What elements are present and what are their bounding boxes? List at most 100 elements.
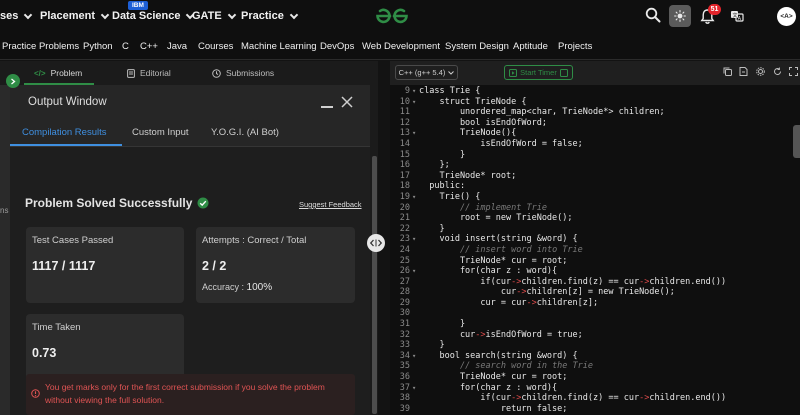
code-line[interactable]: 29 cur = cur->children[z];	[390, 298, 800, 309]
file-export-icon[interactable]	[739, 67, 748, 76]
chevron-down-icon	[24, 10, 33, 19]
fold-chevron-icon[interactable]: ▾	[412, 351, 416, 362]
category-link[interactable]: Courses	[198, 41, 233, 52]
nav-gate-menu[interactable]: GATE	[192, 10, 236, 22]
code-text: Trie() {	[419, 191, 481, 202]
category-link[interactable]: C++	[140, 41, 158, 52]
code-line[interactable]: 11 unordered_map<char, TrieNode*> childr…	[390, 107, 800, 118]
tab-problem[interactable]: </> Problem	[34, 68, 82, 78]
code-text: bool search(string &word) {	[419, 350, 578, 361]
code-line[interactable]: 22 }	[390, 224, 800, 235]
code-line[interactable]: 24 // insert word into Trie	[390, 245, 800, 256]
tab-compilation-results[interactable]: Compilation Results	[22, 127, 106, 138]
code-text: struct TrieNode {	[419, 96, 527, 107]
category-link[interactable]: Practice Problems	[2, 41, 79, 52]
clock-icon	[212, 68, 221, 78]
fold-chevron-icon[interactable]: ▾	[412, 234, 416, 245]
code-line[interactable]: 39 return false;	[390, 404, 800, 415]
language-select[interactable]: C++ (g++ 5.4)	[395, 65, 458, 80]
time-taken-value: 0.73	[32, 346, 57, 360]
fullscreen-icon[interactable]	[789, 67, 798, 76]
fold-chevron-icon[interactable]: ▾	[412, 266, 416, 277]
code-line[interactable]: 23 ▾ void insert(string &word) {	[390, 234, 800, 245]
code-line[interactable]: 32 cur->isEndOfWord = true;	[390, 330, 800, 341]
reset-icon[interactable]	[773, 67, 782, 76]
code-line[interactable]: 25 TrieNode* cur = root;	[390, 256, 800, 267]
category-link[interactable]: Machine Learning	[241, 41, 317, 52]
panel-scrollbar-thumb[interactable]	[372, 156, 377, 414]
start-timer-button[interactable]: Start Timer	[504, 65, 573, 80]
language-label: C++ (g++ 5.4)	[398, 68, 446, 77]
code-line[interactable]: 36 TrieNode* cur = root;	[390, 372, 800, 383]
code-line[interactable]: 9 ▾ class Trie {	[390, 86, 800, 97]
category-link[interactable]: Python	[83, 41, 113, 52]
code-line[interactable]: 26 ▾ for(char z : word){	[390, 266, 800, 277]
fold-chevron-icon[interactable]: ▾	[412, 383, 416, 394]
marks-warning: You get marks only for the first correct…	[26, 374, 355, 415]
theme-toggle-button[interactable]	[669, 5, 691, 27]
code-line[interactable]: 21 root = new TrieNode();	[390, 213, 800, 224]
resize-handle[interactable]	[367, 234, 385, 252]
code-text: if(cur->children.find(z) == cur->childre…	[419, 393, 727, 404]
ibm-badge: IBM	[128, 1, 148, 10]
chevron-right-icon	[11, 78, 16, 84]
close-icon[interactable]	[341, 96, 353, 108]
editor-scrollbar-thumb[interactable]	[793, 125, 800, 158]
drag-arrows-icon	[370, 239, 382, 247]
code-line[interactable]: 14 isEndOfWord = false;	[390, 139, 800, 150]
code-line[interactable]: 38 if(cur->children.find(z) == cur->chil…	[390, 393, 800, 404]
code-line[interactable]: 27 if(cur->children.find(z) == cur->chil…	[390, 277, 800, 288]
code-line[interactable]: 31 }	[390, 319, 800, 330]
nav-courses-menu[interactable]: ses	[0, 10, 33, 22]
category-link[interactable]: Projects	[558, 41, 592, 52]
user-avatar[interactable]: <A>	[777, 7, 796, 26]
tab-submissions[interactable]: Submissions	[212, 68, 274, 78]
category-link[interactable]: Aptitude	[513, 41, 548, 52]
code-line[interactable]: 19 ▾ Trie() {	[390, 192, 800, 203]
code-line[interactable]: 37 ▾ for(char z : word){	[390, 383, 800, 394]
code-area[interactable]: 9 ▾ class Trie {10 ▾ struct TrieNode {11 un…	[390, 86, 800, 414]
code-line[interactable]: 15 }	[390, 150, 800, 161]
code-line[interactable]: 34 ▾ bool search(string &word) {	[390, 351, 800, 362]
code-text: TrieNode(){	[419, 128, 517, 139]
code-line[interactable]: 30	[390, 308, 800, 319]
nav-data-science-menu[interactable]: Data Science	[112, 10, 195, 22]
line-number: 17	[399, 170, 410, 181]
code-line[interactable]: 18 public:	[390, 181, 800, 192]
code-line[interactable]: 10 ▾ struct TrieNode {	[390, 97, 800, 108]
code-line[interactable]: 28 cur->children[z] = new TrieNode();	[390, 287, 800, 298]
gfg-logo[interactable]	[373, 6, 411, 26]
line-number: 10	[399, 96, 410, 107]
tab-label: Submissions	[226, 68, 275, 78]
code-line[interactable]: 33 }	[390, 340, 800, 351]
category-link[interactable]: DevOps	[320, 41, 354, 52]
fold-chevron-icon[interactable]: ▾	[412, 192, 416, 203]
tab-custom-input[interactable]: Custom Input	[132, 127, 189, 138]
category-link[interactable]: Java	[167, 41, 187, 52]
search-icon[interactable]	[645, 7, 661, 23]
category-link[interactable]: Web Development	[362, 41, 440, 52]
nav-practice-menu[interactable]: Practice	[241, 10, 299, 22]
expand-sidebar-button[interactable]	[6, 74, 20, 88]
fold-chevron-icon[interactable]: ▾	[412, 86, 416, 97]
code-line[interactable]: 35 // search word in the Trie	[390, 361, 800, 372]
code-line[interactable]: 17 TrieNode* root;	[390, 171, 800, 182]
copy-icon[interactable]	[723, 67, 732, 76]
suggest-feedback-link[interactable]: Suggest Feedback	[299, 200, 362, 209]
nav-item-label: Placement	[40, 10, 96, 22]
fold-chevron-icon[interactable]: ▾	[412, 97, 416, 108]
tab-yogi-ai-bot[interactable]: Y.O.G.I. (AI Bot)	[211, 127, 279, 138]
minimize-button[interactable]	[321, 106, 333, 108]
code-editor: C++ (g++ 5.4) Start Timer 9 ▾ class Trie {…	[390, 61, 800, 415]
category-link[interactable]: System Design	[445, 41, 509, 52]
code-line[interactable]: 12 bool isEndOfWord;	[390, 118, 800, 129]
translate-icon[interactable]: 文 A	[730, 9, 744, 23]
code-line[interactable]: 13 ▾ TrieNode(){	[390, 128, 800, 139]
code-line[interactable]: 20 // implement Trie	[390, 203, 800, 214]
tab-editorial[interactable]: Editorial	[127, 68, 171, 78]
category-link[interactable]: C	[122, 41, 129, 52]
nav-placement-menu[interactable]: Placement	[40, 10, 110, 22]
fold-chevron-icon[interactable]: ▾	[412, 128, 416, 139]
settings-icon[interactable]	[756, 67, 765, 76]
code-line[interactable]: 16 };	[390, 160, 800, 171]
